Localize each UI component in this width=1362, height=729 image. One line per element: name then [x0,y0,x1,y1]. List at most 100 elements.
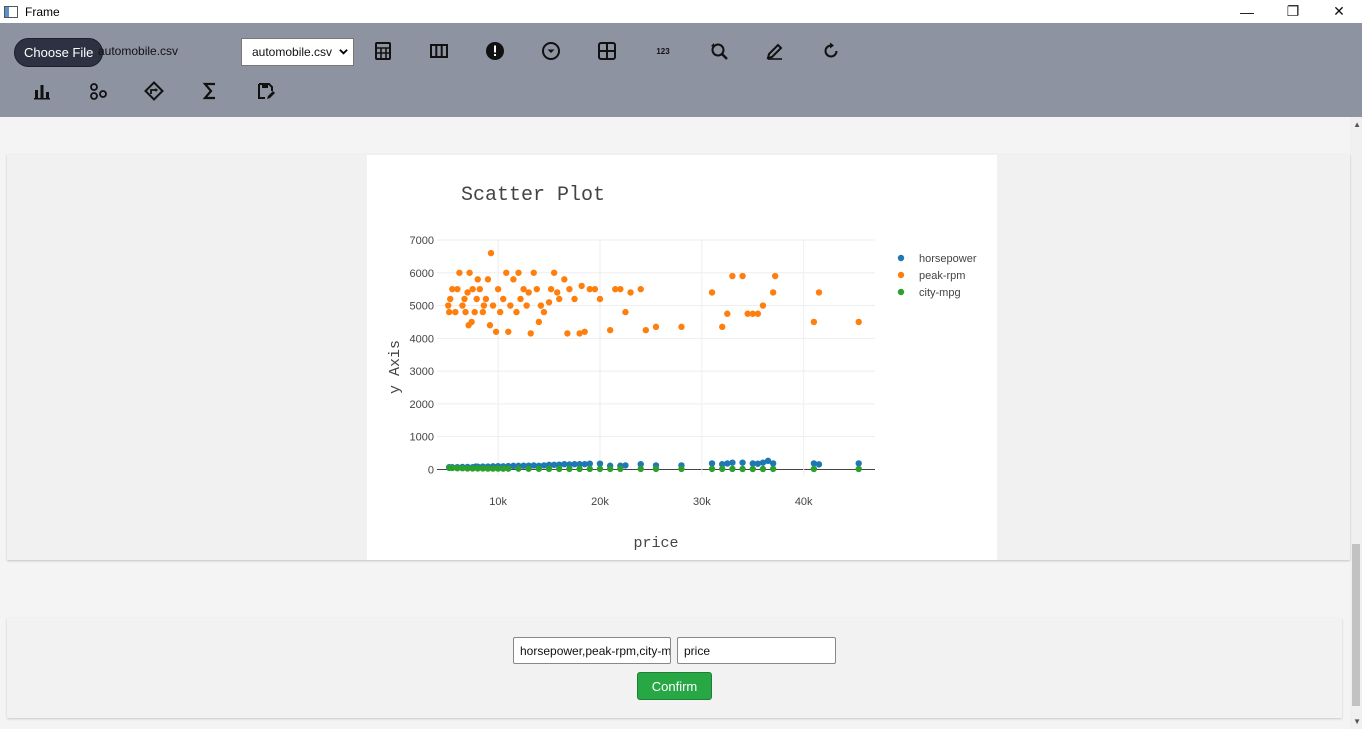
peak-rpm-point [547,285,555,293]
peak-rpm-point [480,302,488,309]
peak-rpm-point [515,269,522,276]
scroll-up-icon[interactable]: ▲ [1353,120,1361,129]
peak-rpm-point [500,295,507,303]
city-mpg-point [617,465,624,473]
peak-rpm-point [617,285,624,293]
peak-rpm-point [474,276,481,283]
peak-rpm-point [545,299,553,306]
peak-rpm-point [507,302,514,309]
grid-lines [437,239,875,476]
peak-rpm-point [513,308,520,316]
diamond-arrow-icon[interactable] [143,80,165,102]
dataset-select-value: automobile.csv [252,45,333,59]
peak-rpm-point [719,323,726,331]
peak-rpm-point [561,276,568,283]
city-mpg-point [535,465,543,472]
peak-rpm-point [553,289,561,296]
selected-file-name: automobile.csv [98,44,179,58]
numbers-icon[interactable]: 123 [652,40,674,62]
y-tick-label: 5000 [410,301,434,313]
peak-rpm-point [769,289,777,296]
city-mpg-point [637,465,644,473]
peak-rpm-point [462,308,469,316]
choose-file-button[interactable]: Choose File [14,38,104,67]
edit-icon[interactable] [764,40,786,62]
peak-rpm-point [556,295,563,303]
scroll-down-icon[interactable]: ▼ [1353,717,1361,726]
y-tick-label: 4000 [410,333,434,345]
x-tick-label: 20k [591,496,609,508]
peak-rpm-point [637,285,644,293]
refresh-icon[interactable] [820,40,842,62]
peak-rpm-point [527,330,534,337]
columns-icon[interactable] [428,40,450,62]
horsepower-point [739,459,746,466]
peak-rpm-point [627,289,634,296]
peak-rpm-point [505,328,512,335]
peak-rpm-point [622,308,629,316]
peak-rpm-point [566,285,573,293]
horsepower-point [815,461,823,468]
window-title: Frame [25,4,60,19]
peak-rpm-point [459,302,466,309]
peak-rpm-point [537,302,545,309]
save-edit-icon[interactable] [255,80,277,102]
peak-rpm-point [466,269,473,276]
peak-rpm-point [471,308,478,316]
peak-rpm-point [486,322,494,329]
peak-rpm-point [564,330,571,337]
legend-marker-horsepower [897,254,905,262]
city-mpg-point [545,465,553,473]
close-icon[interactable]: ✕ [1316,0,1362,23]
peak-rpm-point [606,326,614,334]
city-mpg-point [586,465,593,473]
city-mpg-point [606,465,614,473]
dropdown-circle-icon[interactable] [540,40,562,62]
peak-rpm-point [815,289,823,296]
grid-icon[interactable] [596,40,618,62]
minimize-icon[interactable]: — [1224,0,1270,23]
peak-rpm-point [581,328,588,335]
peak-rpm-point [517,295,524,303]
city-mpg-point [678,465,685,473]
horsepower-point [769,460,777,467]
x-tick-label: 30k [693,496,711,508]
alert-icon[interactable] [484,40,506,62]
maximize-icon[interactable]: ❐ [1270,0,1316,23]
svg-text:123: 123 [656,47,670,56]
peak-rpm-point [550,269,558,276]
legend-marker-city-mpg [897,288,905,296]
peak-rpm-point [525,289,532,296]
window-titlebar: Frame — ❐ ✕ [0,0,1362,23]
city-mpg-point [596,465,604,473]
scatter-plot-svg: Scatter Plot price y Axis 0 1000 2000 3000 4… [387,184,977,552]
peak-rpm-point [496,308,504,316]
peak-rpm-point [571,295,578,303]
sigma-icon[interactable] [199,80,221,102]
table-icon[interactable] [372,40,394,62]
scatter-icon[interactable] [87,80,109,102]
legend[interactable]: horsepower peak-rpm city-mpg [897,253,977,299]
search-refresh-icon[interactable] [708,40,730,62]
chevron-down-icon [339,49,348,55]
city-mpg-point [708,465,716,473]
city-mpg-point [566,465,573,473]
horsepower-point [708,460,716,467]
city-mpg-point [810,465,818,473]
peak-rpm-point [503,269,510,276]
peak-rpm-point [754,310,762,317]
peak-rpm-point [535,318,543,326]
y-tick-label: 6000 [410,268,434,280]
peak-rpm-point [456,269,463,276]
y-columns-input[interactable]: horsepower,peak-rpm,city-mpg [513,637,671,664]
confirm-button[interactable]: Confirm [637,672,712,700]
bar-chart-icon[interactable] [31,80,53,102]
y-tick-label: 7000 [410,235,434,247]
scrollbar-thumb[interactable] [1352,544,1360,706]
peak-rpm-point [708,289,716,296]
x-column-input[interactable]: price [677,637,836,664]
legend-label: horsepower [919,253,977,265]
dataset-select[interactable]: automobile.csv [241,38,354,66]
horsepower-point [855,460,862,467]
peak-rpm-point [487,249,495,257]
